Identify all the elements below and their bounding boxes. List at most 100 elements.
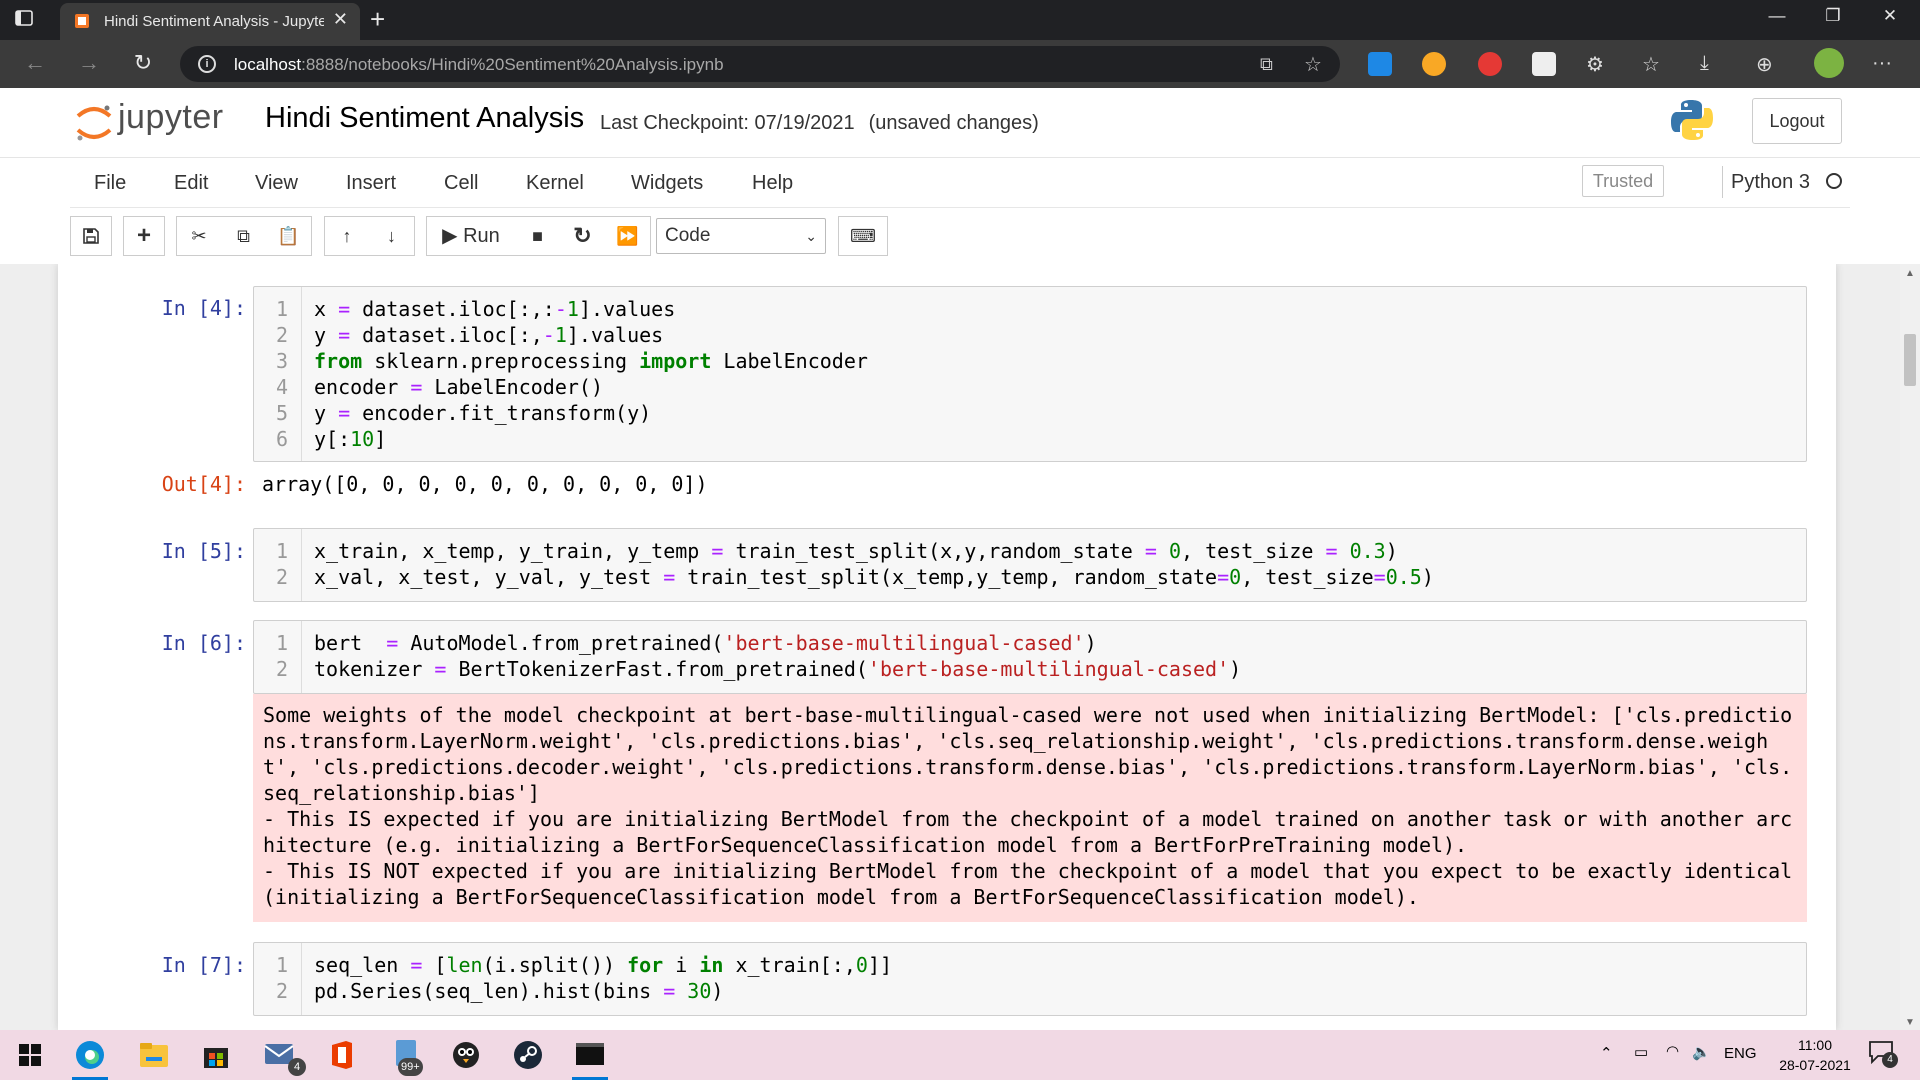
browser-tab[interactable]: Hindi Sentiment Analysis - Jupyter ✕ — [60, 3, 360, 40]
bird-app-icon[interactable] — [440, 1034, 492, 1076]
notification-badge: 4 — [1882, 1052, 1898, 1068]
forward-icon[interactable]: → — [74, 50, 104, 78]
battery-icon[interactable]: ▭ — [1634, 1043, 1648, 1061]
store-icon[interactable] — [190, 1034, 242, 1076]
cell-4-output: array([0, 0, 0, 0, 0, 0, 0, 0, 0, 0]) — [262, 472, 708, 496]
command-palette-icon[interactable]: ⌨ — [838, 216, 888, 256]
extensions-icon[interactable]: ⚙ — [1586, 52, 1610, 76]
extension-honey-icon[interactable] — [1422, 52, 1446, 76]
scroll-down-icon[interactable]: ▼ — [1905, 1017, 1915, 1028]
python-logo-icon — [1668, 96, 1716, 144]
url-path: :8888/notebooks/Hindi%20Sentiment%20Anal… — [301, 55, 724, 74]
terminal-icon[interactable] — [564, 1034, 616, 1080]
cell-4-in-prompt: In [4]: — [161, 296, 246, 320]
menu-edit[interactable]: Edit — [174, 172, 208, 195]
toolbar: + ✂ ⧉ 📋 ↑ ↓ ▶ Run ■ ↻ ⏩ Code ⌄ ⌨ — [70, 216, 1850, 256]
file-explorer-icon[interactable] — [128, 1034, 180, 1076]
back-icon[interactable]: ← — [20, 50, 50, 78]
jupyter-logo[interactable]: jupyter — [74, 98, 244, 141]
extension-translate-icon[interactable] — [1368, 52, 1392, 76]
language-indicator[interactable]: ENG — [1724, 1045, 1757, 1062]
run-play-icon: ▶ — [442, 225, 464, 247]
checkpoint-status: Last Checkpoint: 07/19/2021 (unsaved chan… — [600, 112, 1039, 135]
favorite-star-icon[interactable]: ☆ — [1304, 52, 1322, 77]
menu-view[interactable]: View — [255, 172, 298, 195]
cell-5-code-editor[interactable]: 1 x_train, x_temp, y_train, y_temp = trai… — [253, 528, 1807, 602]
cell-5-in-prompt: In [5]: — [161, 539, 246, 563]
cell-6-in-prompt: In [6]: — [161, 631, 246, 655]
tray-expand-icon[interactable]: ⌃ — [1600, 1044, 1613, 1062]
cell-6-code-editor[interactable]: 1 bert = AutoModel.from_pretrained('bert-… — [253, 620, 1807, 694]
move-down-icon[interactable]: ↓ — [369, 216, 415, 256]
cell-4-out-prompt: Out[4]: — [161, 472, 246, 496]
volume-icon[interactable]: 🔈 — [1692, 1043, 1711, 1061]
browser-tab-bar: Hindi Sentiment Analysis - Jupyter ✕ + —… — [0, 0, 1920, 40]
collections-icon[interactable]: ⊕ — [1756, 52, 1780, 76]
copy-icon[interactable]: ⧉ — [221, 216, 267, 256]
new-tab-icon[interactable]: + — [370, 4, 385, 35]
tab-actions-icon[interactable] — [14, 8, 46, 32]
edge-browser-icon[interactable] — [64, 1034, 116, 1080]
vertical-scrollbar[interactable]: ▲ ▼ — [1900, 264, 1920, 1030]
browser-menu-icon[interactable]: ··· — [1872, 52, 1896, 76]
menu-file[interactable]: File — [94, 172, 126, 195]
menu-kernel[interactable]: Kernel — [526, 172, 584, 195]
paste-icon[interactable]: 📋 — [266, 216, 312, 256]
scroll-up-icon[interactable]: ▲ — [1905, 268, 1915, 279]
run-label: Run — [463, 225, 500, 247]
move-up-icon[interactable]: ↑ — [324, 216, 370, 256]
cell-4-code-editor[interactable]: 1x = dataset.iloc[:,:-1].values 2y = dat… — [253, 286, 1807, 462]
jupyter-header: jupyter Hindi Sentiment Analysis Last Ch… — [0, 88, 1920, 158]
menu-help[interactable]: Help — [752, 172, 793, 195]
notebook-name[interactable]: Hindi Sentiment Analysis — [265, 102, 584, 135]
steam-icon[interactable] — [502, 1034, 554, 1076]
menu-insert[interactable]: Insert — [346, 172, 396, 195]
site-info-icon[interactable]: i — [198, 55, 216, 73]
scrollbar-thumb[interactable] — [1904, 334, 1916, 386]
menu-cell[interactable]: Cell — [444, 172, 478, 195]
logout-button[interactable]: Logout — [1752, 98, 1842, 144]
jupyter-favicon-icon — [74, 13, 90, 29]
office-icon[interactable] — [316, 1034, 368, 1076]
windows-start-icon[interactable] — [4, 1034, 56, 1076]
favorites-icon[interactable]: ☆ — [1642, 52, 1666, 76]
reader-mode-icon[interactable]: ⧉ — [1260, 54, 1273, 75]
interrupt-icon[interactable]: ■ — [515, 216, 561, 256]
url-host: localhost — [234, 55, 302, 74]
window-close-icon[interactable]: ✕ — [1870, 6, 1910, 34]
save-icon[interactable] — [70, 216, 112, 256]
kernel-indicator: Python 3 — [1722, 166, 1842, 198]
notifications-icon[interactable]: 4 — [1868, 1040, 1898, 1070]
trusted-indicator[interactable]: Trusted — [1582, 165, 1664, 197]
restart-icon[interactable]: ↻ — [560, 216, 606, 256]
address-bar: ← → ↻ i localhost:8888/notebooks/Hindi%2… — [0, 40, 1920, 88]
tab-close-icon[interactable]: ✕ — [333, 9, 348, 30]
menubar: File Edit View Insert Cell Kernel Widget… — [70, 158, 1850, 208]
insert-cell-icon[interactable]: + — [123, 216, 165, 256]
cut-icon[interactable]: ✂ — [176, 216, 222, 256]
run-button[interactable]: ▶ Run — [426, 216, 516, 256]
extension-adblock-icon[interactable] — [1478, 52, 1502, 76]
menu-widgets[interactable]: Widgets — [631, 172, 703, 195]
kernel-idle-icon — [1825, 173, 1842, 190]
wifi-icon[interactable]: ◠ — [1666, 1042, 1679, 1060]
cell-type-select[interactable]: Code ⌄ — [656, 218, 826, 254]
cell-7-code-editor[interactable]: 1 seq_len = [len(i.split()) for i in x_tr… — [253, 942, 1807, 1016]
downloads-icon[interactable]: ⤓ — [1700, 52, 1724, 76]
refresh-icon[interactable]: ↻ — [128, 50, 158, 78]
kernel-name: Python 3 — [1731, 171, 1810, 193]
taskbar-clock[interactable]: 11:00 28-07-2021 — [1770, 1035, 1860, 1075]
extension-notes-icon[interactable] — [1532, 52, 1556, 76]
restart-run-all-icon[interactable]: ⏩ — [605, 216, 651, 256]
unsaved-changes: (unsaved changes) — [868, 112, 1039, 134]
cell-7-in-prompt: In [7]: — [161, 953, 246, 977]
minimize-icon[interactable]: — — [1757, 6, 1797, 34]
tab-title: Hindi Sentiment Analysis - Jupyter — [104, 13, 324, 30]
mail-icon[interactable]: 4 — [254, 1034, 306, 1076]
files-badge: 99+ — [398, 1058, 423, 1076]
url-input[interactable]: i localhost:8888/notebooks/Hindi%20Senti… — [180, 46, 1340, 82]
profile-avatar[interactable] — [1814, 48, 1844, 78]
last-checkpoint: Last Checkpoint: 07/19/2021 — [600, 112, 855, 134]
maximize-icon[interactable]: ❐ — [1813, 6, 1853, 34]
files-app-icon[interactable]: 99+ — [380, 1034, 432, 1076]
